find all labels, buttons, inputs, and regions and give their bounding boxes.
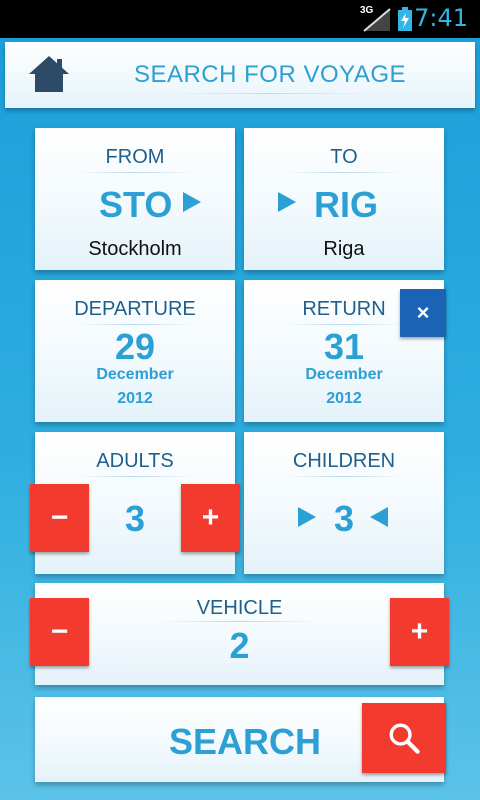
search-label: SEARCH xyxy=(169,721,322,762)
home-icon[interactable] xyxy=(27,54,71,94)
minus-icon: − xyxy=(50,615,69,648)
header-divider xyxy=(165,93,375,94)
arrow-right-icon[interactable] xyxy=(298,507,316,527)
departure-date-card[interactable]: DEPARTURE 29 December 2012 xyxy=(35,280,235,422)
battery-icon xyxy=(398,7,412,31)
arrow-right-icon xyxy=(278,192,296,212)
plus-icon: + xyxy=(201,501,220,534)
return-divider xyxy=(284,324,404,325)
page-title: SEARCH FOR VOYAGE xyxy=(133,61,407,88)
return-month: December xyxy=(305,366,383,383)
search-icon xyxy=(389,723,420,754)
departure-year: 2012 xyxy=(117,390,153,407)
departure-day: 29 xyxy=(114,326,156,367)
signal-icon xyxy=(363,8,391,32)
vehicle-increment-button[interactable]: + xyxy=(390,598,449,666)
arrow-left-icon[interactable] xyxy=(370,507,388,527)
status-time: 7:41 xyxy=(414,4,468,32)
plus-icon: + xyxy=(410,615,429,648)
children-divider xyxy=(284,476,404,477)
departure-label: DEPARTURE xyxy=(74,298,196,320)
status-bar: 3G 7:41 xyxy=(0,0,480,38)
departure-month: December xyxy=(96,366,174,383)
adults-label: ADULTS xyxy=(96,450,174,472)
header-bar: SEARCH FOR VOYAGE xyxy=(5,42,475,108)
to-city: Riga xyxy=(323,238,365,260)
to-label: TO xyxy=(330,146,358,168)
adults-divider xyxy=(75,476,195,477)
arrow-right-icon xyxy=(183,192,201,212)
vehicle-decrement-button[interactable]: − xyxy=(30,598,89,666)
departure-divider xyxy=(75,324,195,325)
search-icon-button[interactable] xyxy=(362,703,446,773)
clear-return-button[interactable]: × xyxy=(400,289,446,337)
from-label: FROM xyxy=(105,146,165,168)
from-city: Stockholm xyxy=(88,238,182,260)
adults-count: 3 xyxy=(124,498,146,539)
from-code: STO xyxy=(99,184,173,225)
adults-decrement-button[interactable]: − xyxy=(30,484,89,552)
return-year: 2012 xyxy=(326,390,362,407)
to-divider xyxy=(284,172,404,173)
adults-increment-button[interactable]: + xyxy=(181,484,240,552)
from-port-card[interactable]: FROM STO Stockholm xyxy=(35,128,235,270)
vehicle-label: VEHICLE xyxy=(196,597,283,619)
vehicle-count: 2 xyxy=(229,625,250,666)
minus-icon: − xyxy=(50,501,69,534)
to-code: RIG xyxy=(314,184,379,225)
vehicle-card: VEHICLE 2 xyxy=(35,583,444,685)
children-card[interactable]: CHILDREN 3 xyxy=(244,432,444,574)
children-label: CHILDREN xyxy=(292,450,396,472)
children-count: 3 xyxy=(333,498,355,539)
close-icon: × xyxy=(416,300,430,325)
to-port-card[interactable]: TO RIG Riga xyxy=(244,128,444,270)
from-divider xyxy=(75,172,195,173)
vehicle-divider xyxy=(157,621,322,622)
